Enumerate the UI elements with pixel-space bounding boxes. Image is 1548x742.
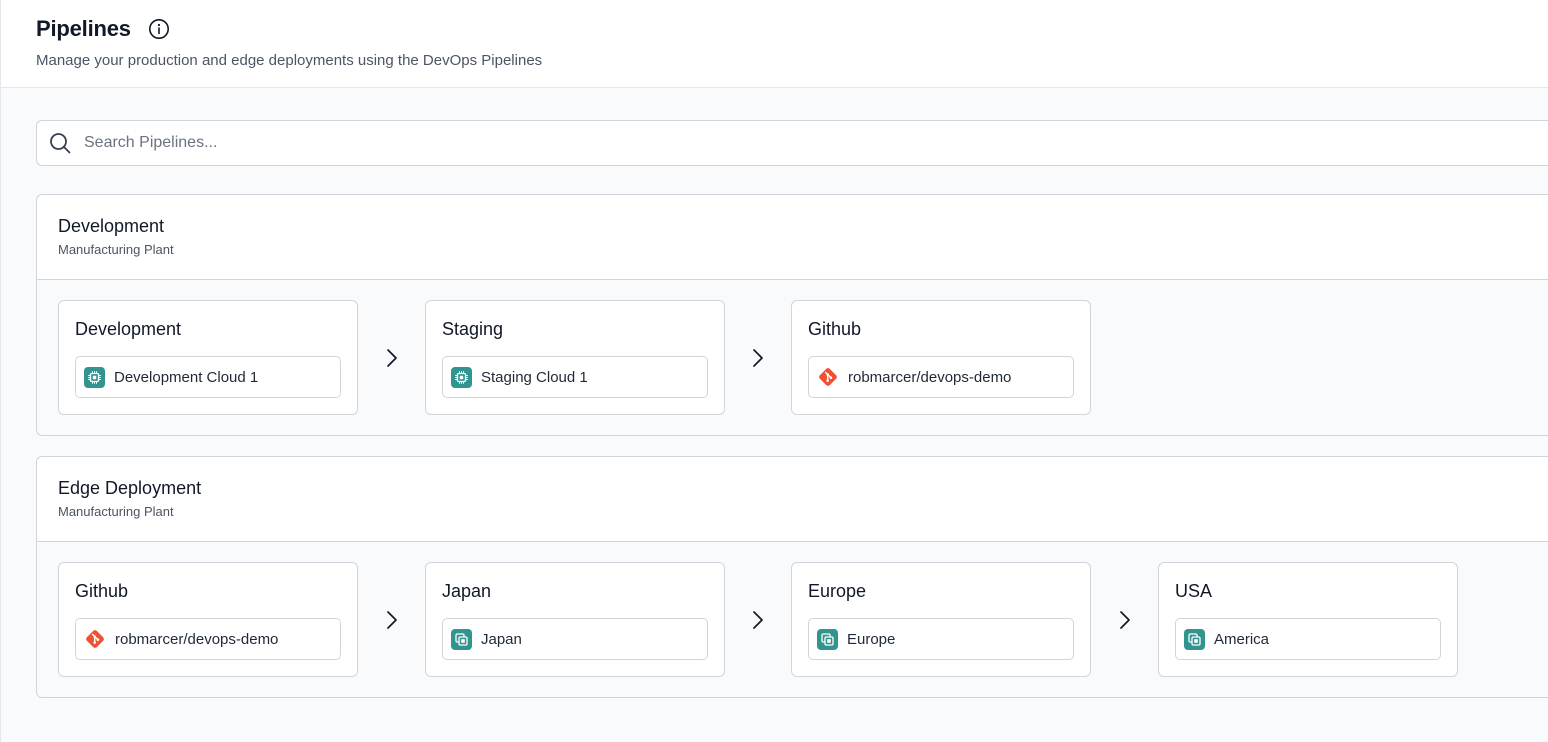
info-icon[interactable]	[148, 18, 170, 40]
stage-target[interactable]: robmarcer/devops-demo	[75, 618, 341, 660]
chevron-right-icon	[1117, 609, 1133, 631]
stage-name: Development	[75, 319, 182, 339]
pipeline-edge-deployment: Edge Deployment Manufacturing Plant Gith…	[36, 456, 1548, 698]
title-row: Pipelines	[36, 16, 1548, 42]
target-label: Development Cloud 1	[114, 368, 259, 386]
search-icon	[48, 131, 72, 155]
pipeline-name: Edge Deployment	[58, 478, 202, 498]
stage-card[interactable]: USA America	[1158, 562, 1458, 677]
stage-card[interactable]: Staging Staging Cloud 1	[425, 300, 725, 415]
target-label: robmarcer/devops-demo	[848, 368, 1012, 386]
stage-name: Staging	[442, 319, 504, 339]
chevron-right-icon	[750, 347, 766, 369]
target-label: America	[1214, 630, 1270, 648]
target-label: Japan	[481, 630, 522, 648]
search-bar[interactable]	[36, 120, 1548, 166]
stage-card[interactable]: Japan Japan	[425, 562, 725, 677]
pipeline-development: Development Manufacturing Plant Developm…	[36, 194, 1548, 436]
stage-target[interactable]: Development Cloud 1	[75, 356, 341, 398]
stage-name: Europe	[808, 581, 867, 601]
instance-icon	[84, 366, 105, 388]
pipeline-application: Manufacturing Plant	[58, 242, 174, 257]
stage-card[interactable]: Development Development Cloud 1	[58, 300, 358, 415]
instance-icon	[451, 366, 472, 388]
stage-target[interactable]: Staging Cloud 1	[442, 356, 708, 398]
stage-target[interactable]: robmarcer/devops-demo	[808, 356, 1074, 398]
pipeline-application: Manufacturing Plant	[58, 504, 174, 519]
chevron-right-icon	[750, 609, 766, 631]
stage-name: Japan	[442, 581, 492, 601]
git-icon	[84, 628, 106, 650]
stage-name: USA	[1175, 581, 1213, 601]
page-subtitle: Manage your production and edge deployme…	[36, 52, 543, 69]
stage-name: Github	[808, 319, 862, 339]
device-group-icon	[1184, 628, 1205, 650]
target-label: Europe	[847, 630, 896, 648]
stage-card[interactable]: Github robmarcer/devops-demo	[791, 300, 1091, 415]
device-group-icon	[451, 628, 472, 650]
pipelines-page: Pipelines Manage your production and edg…	[0, 0, 1548, 742]
target-label: robmarcer/devops-demo	[115, 630, 279, 648]
pipeline-header: Edge Deployment Manufacturing Plant	[37, 457, 1548, 542]
git-icon	[817, 366, 839, 388]
chevron-right-icon	[384, 347, 400, 369]
stage-target[interactable]: America	[1175, 618, 1441, 660]
search-input[interactable]	[84, 134, 984, 152]
pipeline-header: Development Manufacturing Plant	[37, 195, 1548, 280]
page-header: Pipelines Manage your production and edg…	[1, 0, 1548, 88]
target-label: Staging Cloud 1	[481, 368, 588, 386]
stage-name: Github	[75, 581, 129, 601]
chevron-right-icon	[384, 609, 400, 631]
stage-card[interactable]: Europe Europe	[791, 562, 1091, 677]
stage-target[interactable]: Europe	[808, 618, 1074, 660]
pipeline-name: Development	[58, 216, 165, 236]
page-title: Pipelines	[36, 16, 131, 41]
stage-target[interactable]: Japan	[442, 618, 708, 660]
device-group-icon	[817, 628, 838, 650]
stage-card[interactable]: Github robmarcer/devops-demo	[58, 562, 358, 677]
